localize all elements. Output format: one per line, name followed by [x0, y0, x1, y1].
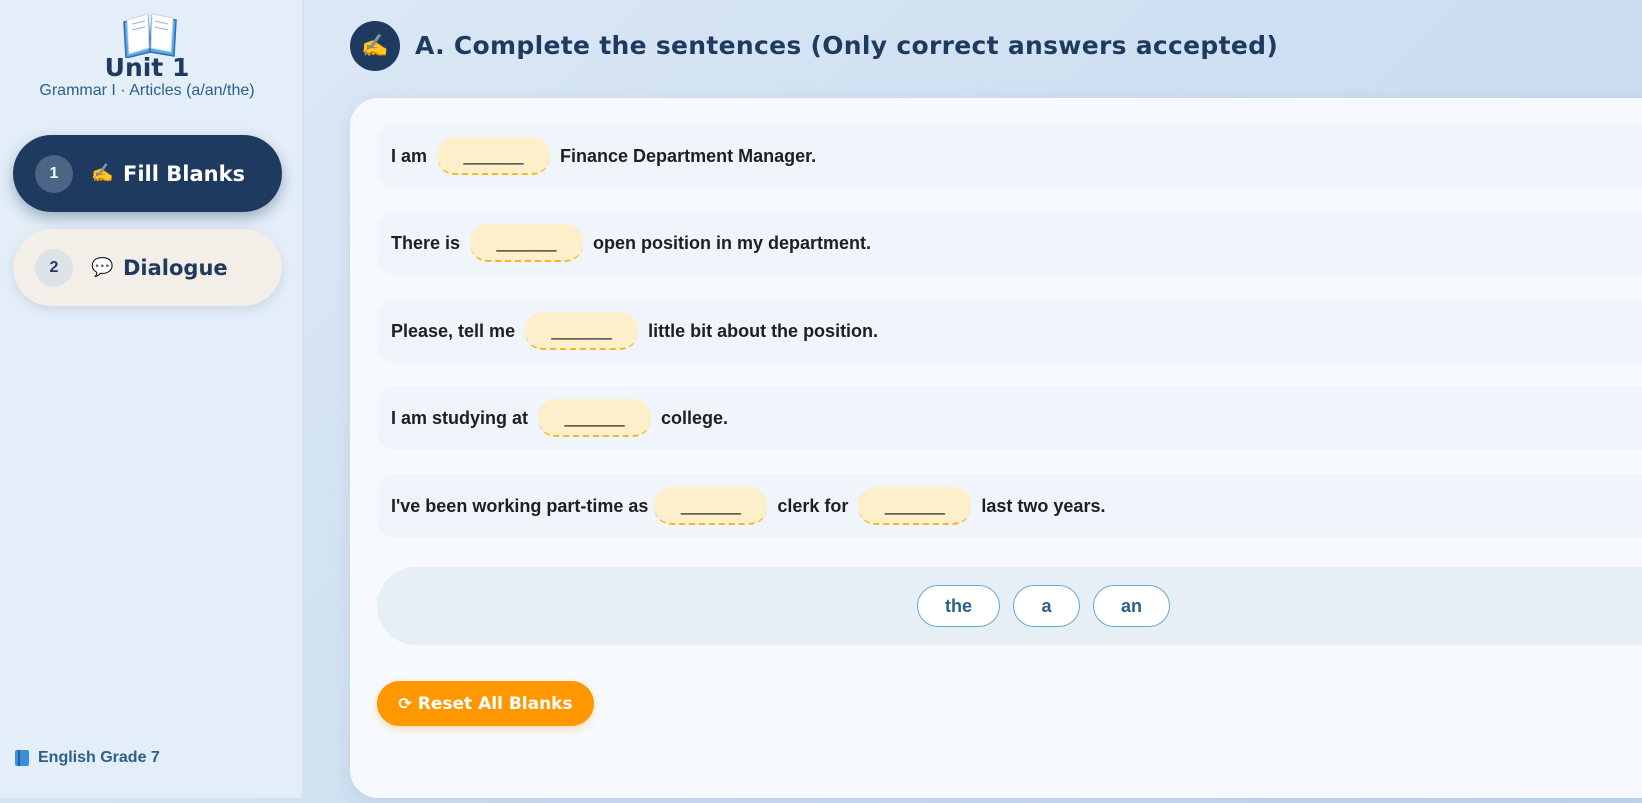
sentence-text: There is [391, 232, 461, 253]
word-chip-a[interactable]: a [1013, 585, 1080, 627]
sentence-text: I am [391, 145, 428, 166]
word-chip-the[interactable]: the [917, 585, 1000, 627]
sentence-text: clerk for [777, 495, 849, 516]
open-book-icon [123, 13, 177, 58]
sentence-text: open position in my department. [593, 232, 872, 253]
sidebar-item-fill-blanks[interactable]: 1 ✍️ Fill Blanks [13, 135, 282, 212]
blank-drop-zone[interactable]: ______ [858, 487, 972, 525]
page-title: A. Complete the sentences (Only correct … [415, 31, 1279, 60]
word-chip-an[interactable]: an [1093, 585, 1170, 627]
blank-drop-zone[interactable]: ______ [437, 137, 551, 175]
word-bank [377, 567, 1642, 645]
sidebar-item-label: Dialogue [123, 255, 228, 280]
speech-bubble-icon: 💬 [91, 257, 114, 277]
sentence-row: I am studying at ______ college. [377, 386, 1642, 450]
nav-number: 1 [35, 154, 73, 193]
refresh-icon: ⟳ [398, 694, 412, 713]
sentence-text: Finance Department Manager. [560, 145, 817, 166]
sentence-text: college. [661, 407, 729, 428]
sidebar: Unit 1 Grammar I · Articles (a/an/the) 1… [0, 0, 304, 798]
sentence-text: I am studying at [391, 407, 529, 428]
blank-drop-zone[interactable]: ______ [525, 312, 639, 350]
sentence-row: I've been working part-time as ______ cl… [377, 474, 1642, 538]
reset-button-label: Reset All Blanks [417, 693, 573, 714]
blank-drop-zone[interactable]: ______ [654, 487, 768, 525]
blank-drop-zone[interactable]: ______ [538, 399, 652, 437]
sentence-row: Please, tell me ______ little bit about … [377, 299, 1642, 363]
sidebar-item-dialogue[interactable]: 2 💬 Dialogue [13, 229, 282, 306]
writing-hand-icon: ✍️ [350, 21, 400, 71]
unit-subtitle: Grammar I · Articles (a/an/the) [39, 82, 255, 99]
sentence-row: There is ______ open position in my depa… [377, 211, 1642, 275]
sidebar-item-label: Fill Blanks [123, 161, 246, 186]
unit-title: Unit 1 [104, 53, 190, 82]
footer-text: English Grade 7 [38, 749, 160, 766]
sentence-text: little bit about the position. [648, 320, 879, 341]
footer-course: English Grade 7 [15, 749, 160, 767]
writing-hand-icon: ✍️ [91, 163, 114, 183]
nav-number: 2 [35, 248, 73, 287]
book-icon [15, 750, 29, 766]
sentence-text: I've been working part-time as [391, 495, 649, 516]
sentence-row: I am ______ Finance Department Manager. [377, 124, 1642, 188]
sentence-text: Please, tell me [391, 320, 516, 341]
reset-all-blanks-button[interactable]: ⟳ Reset All Blanks [377, 681, 594, 726]
sentence-text: last two years. [981, 495, 1106, 516]
header-emoji: ✍️ [361, 33, 389, 58]
blank-drop-zone[interactable]: ______ [470, 224, 584, 262]
